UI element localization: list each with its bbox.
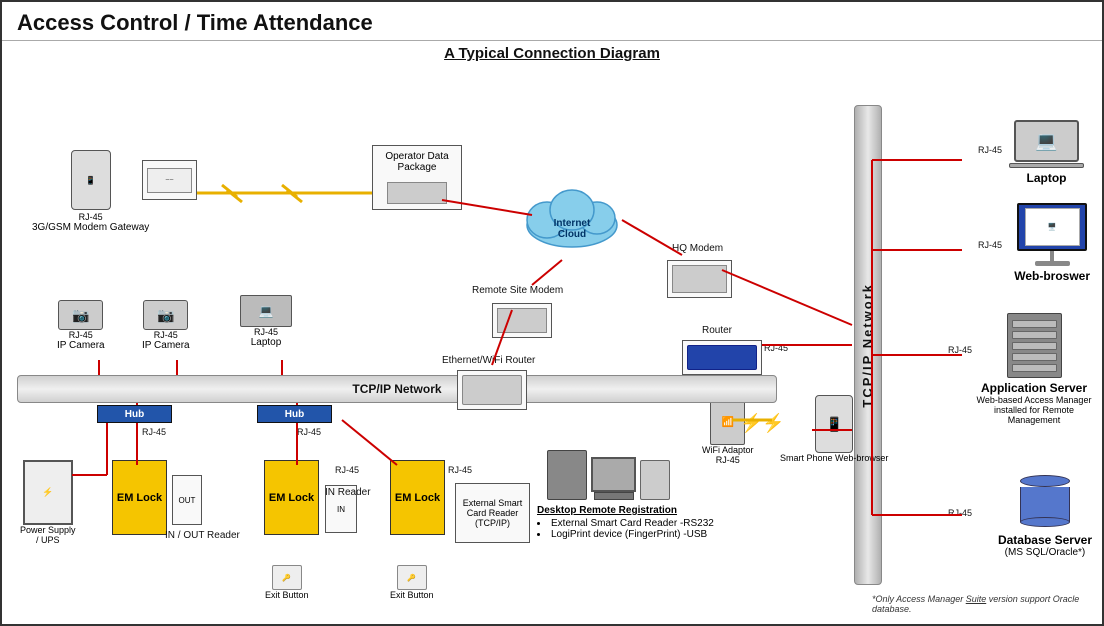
router-rj45: RJ-45 bbox=[764, 343, 788, 353]
footnote-text: *Only Access Manager Suite version suppo… bbox=[872, 594, 1079, 614]
ip-camera2-label: IP Camera bbox=[142, 340, 190, 351]
network-bar-label: TCP/IP Network bbox=[352, 382, 441, 396]
cloud-svg: Internet Cloud bbox=[517, 180, 627, 250]
ext-smart-card-label: External Smart Card Reader (TCP/IP) bbox=[459, 498, 526, 528]
tcpip-text: TCP/IP Network bbox=[861, 283, 875, 408]
ip-camera1-device: 📷 RJ-45 IP Camera bbox=[57, 300, 105, 351]
desktop-bullet1: External Smart Card Reader -RS232 bbox=[537, 518, 717, 529]
diagram-title: A Typical Connection Diagram bbox=[2, 45, 1102, 62]
em-lock1-box: EM Lock bbox=[112, 460, 167, 535]
rj45-label: RJ-45 bbox=[79, 212, 103, 222]
gsm-gateway-box: ~~ bbox=[142, 160, 197, 200]
svg-text:Internet: Internet bbox=[554, 218, 591, 229]
operator-data-label: Operator Data Package bbox=[378, 151, 456, 173]
page-container: Access Control / Time Attendance A Typic… bbox=[0, 0, 1104, 626]
db-server-label: Database Server bbox=[998, 533, 1092, 547]
ext-smart-card-box: External Smart Card Reader (TCP/IP) bbox=[455, 483, 530, 543]
exit-button2-label: Exit Button bbox=[390, 590, 434, 600]
remote-site-modem-box bbox=[492, 303, 552, 338]
hub2-box: Hub bbox=[257, 405, 332, 423]
footnote: *Only Access Manager Suite version suppo… bbox=[872, 594, 1092, 614]
app-server-sub: Web-based Access Manager installed for R… bbox=[974, 395, 1094, 425]
remote-site-modem-label: Remote Site Modem bbox=[472, 285, 563, 296]
em-lock3-rj45-left: RJ-45 bbox=[335, 465, 359, 475]
smart-phone-label: Smart Phone Web-browser bbox=[780, 453, 888, 463]
desktop-device bbox=[547, 450, 670, 500]
svg-text:Cloud: Cloud bbox=[558, 229, 586, 240]
laptop-top-device: 💻 RJ-45 Laptop bbox=[240, 295, 292, 348]
db-icon bbox=[1020, 475, 1070, 530]
ip-camera1-label: IP Camera bbox=[57, 340, 105, 351]
in-out-reader-label: IN / OUT Reader bbox=[165, 530, 225, 541]
in-reader-label: IN Reader bbox=[325, 487, 365, 498]
em-lock3-box: EM Lock bbox=[390, 460, 445, 535]
desktop-remote-label: Desktop Remote Registration bbox=[537, 505, 717, 516]
ip-camera1-rj45: RJ-45 bbox=[69, 330, 93, 340]
ethernet-wifi-box bbox=[457, 370, 527, 410]
app-server-label: Application Server bbox=[981, 381, 1087, 395]
router-label: Router bbox=[702, 325, 732, 336]
app-server-icon bbox=[1007, 313, 1062, 378]
router-box bbox=[682, 340, 762, 375]
db-server-rj45: RJ-45 bbox=[948, 508, 972, 518]
power-supply-device: ⚡ Power Supply / UPS bbox=[20, 460, 76, 545]
smart-phone-device: 📱 Smart Phone Web-browser bbox=[780, 395, 888, 463]
power-supply-label: Power Supply / UPS bbox=[20, 525, 76, 545]
ip-camera2-rj45: RJ-45 bbox=[154, 330, 178, 340]
out-reader-box: OUT bbox=[172, 475, 202, 525]
exit-button2-device: 🔑 Exit Button bbox=[390, 565, 434, 600]
hub2-label: Hub bbox=[285, 409, 304, 420]
diagram-area: A Typical Connection Diagram bbox=[2, 45, 1102, 622]
internet-cloud: Internet Cloud bbox=[517, 180, 627, 250]
hq-modem-box bbox=[667, 260, 732, 298]
app-server-rj45: RJ-45 bbox=[948, 345, 972, 355]
hub1-box: Hub bbox=[97, 405, 172, 423]
gsm-modem-device: 📱 RJ-45 3G/GSM Modem Gateway bbox=[32, 150, 149, 233]
desktop-remote-area: Desktop Remote Registration External Sma… bbox=[537, 505, 717, 540]
em-lock2-label: EM Lock bbox=[269, 492, 314, 504]
ip-camera2-device: 📷 RJ-45 IP Camera bbox=[142, 300, 190, 351]
desktop-remote-list: External Smart Card Reader -RS232 LogiPr… bbox=[537, 518, 717, 540]
exit-button1-device: 🔑 Exit Button bbox=[265, 565, 309, 600]
lightning-wifi: ⚡⚡ bbox=[740, 413, 785, 434]
laptop-top-rj45: RJ-45 bbox=[254, 327, 278, 337]
exit-button1-label: Exit Button bbox=[265, 590, 309, 600]
network-bar-horizontal: TCP/IP Network bbox=[17, 375, 777, 403]
hq-modem-label: HQ Modem bbox=[672, 243, 723, 254]
laptop-right-label: Laptop bbox=[1027, 171, 1067, 185]
hub2-rj45: RJ-45 bbox=[297, 427, 321, 437]
db-server-sub: (MS SQL/Oracle*) bbox=[1005, 547, 1086, 558]
page-title: Access Control / Time Attendance bbox=[2, 2, 1102, 41]
wifi-rj45: RJ-45 bbox=[716, 455, 740, 465]
app-server-device: Application Server Web-based Access Mana… bbox=[974, 313, 1094, 425]
em-lock3-label: EM Lock bbox=[395, 492, 440, 504]
em-lock1-label: EM Lock bbox=[117, 492, 162, 504]
em-lock3-rj45-right: RJ-45 bbox=[448, 465, 472, 475]
db-server-device: Database Server (MS SQL/Oracle*) bbox=[998, 475, 1092, 558]
gsm-label: 3G/GSM Modem Gateway bbox=[32, 222, 149, 233]
wifi-adaptor-label: WiFi Adaptor bbox=[702, 445, 754, 455]
web-browser-device: 🖥️ Web-broswer bbox=[1014, 203, 1090, 283]
ethernet-wifi-label: Ethernet/WiFi Router bbox=[442, 355, 535, 366]
laptop-right-rj45: RJ-45 bbox=[978, 145, 1002, 155]
web-browser-rj45: RJ-45 bbox=[978, 240, 1002, 250]
web-browser-label: Web-broswer bbox=[1014, 269, 1090, 283]
laptop-right-device: 💻 Laptop bbox=[1009, 120, 1084, 185]
em-lock2-box: EM Lock bbox=[264, 460, 319, 535]
laptop-top-label: Laptop bbox=[251, 337, 282, 348]
hub1-label: Hub bbox=[125, 409, 144, 420]
footnote-suite: Suite bbox=[966, 594, 987, 604]
desktop-bullet2: LogiPrint device (FingerPrint) -USB bbox=[537, 529, 717, 540]
hub1-rj45: RJ-45 bbox=[142, 427, 166, 437]
tcpip-label: TCP/IP Network bbox=[854, 105, 882, 585]
operator-data-package-box: Operator Data Package bbox=[372, 145, 462, 210]
